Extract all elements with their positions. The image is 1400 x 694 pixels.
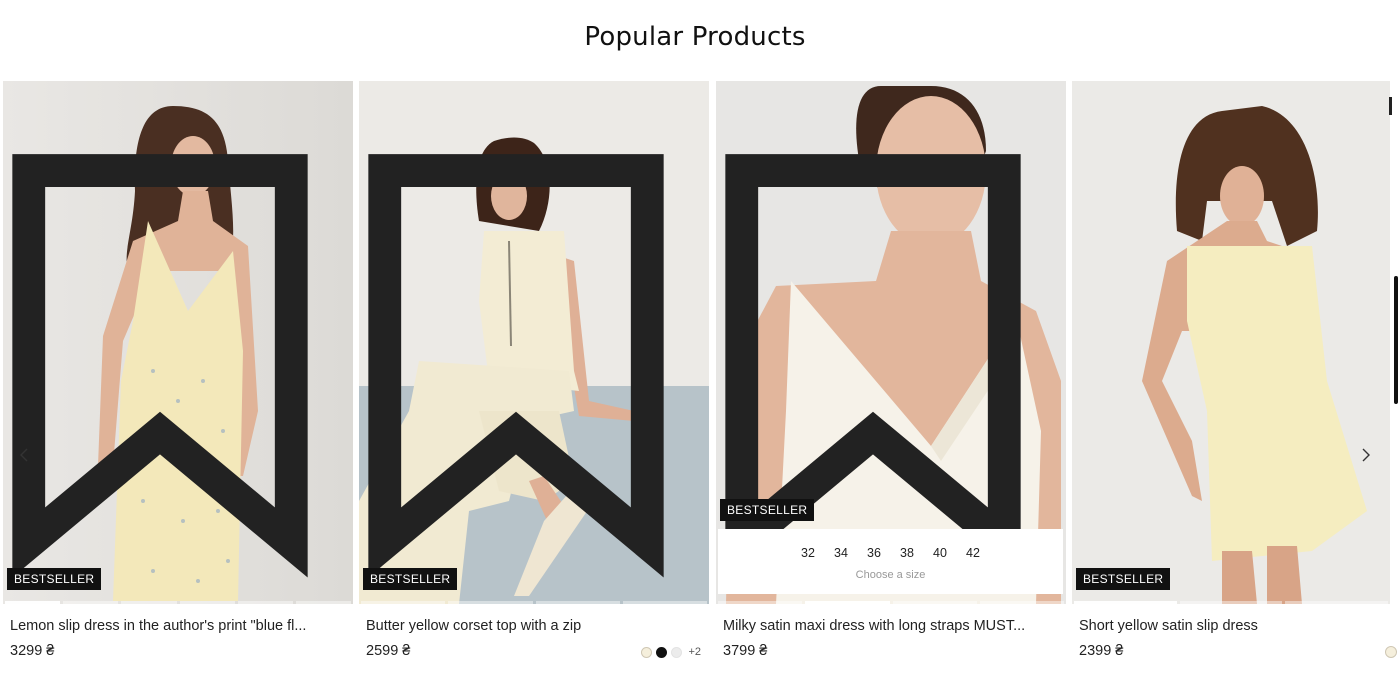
size-option[interactable]: 38: [891, 546, 924, 560]
color-swatches: +2: [641, 646, 701, 658]
size-option[interactable]: 32: [792, 546, 825, 560]
product-photo-yellow-slip-dress: [1072, 81, 1390, 604]
product-price: 2599 ₴: [366, 643, 411, 659]
bestseller-badge: BESTSELLER: [720, 499, 815, 521]
size-option[interactable]: 40: [924, 546, 957, 560]
product-image[interactable]: BESTSELLER: [3, 81, 353, 604]
image-progress: [3, 601, 353, 604]
carousel-next-button[interactable]: [1354, 443, 1378, 467]
size-option[interactable]: 36: [858, 546, 891, 560]
product-price: 3799 ₴: [723, 643, 768, 659]
next-card-swatch-peek: [1385, 646, 1397, 658]
size-option[interactable]: 42: [957, 546, 990, 560]
image-progress: [1072, 601, 1390, 604]
product-name[interactable]: Short yellow satin slip dress: [1079, 618, 1258, 634]
bestseller-badge: BESTSELLER: [7, 568, 102, 590]
product-price: 2399 ₴: [1079, 643, 1124, 659]
product-card[interactable]: BESTSELLER 32 34 36 38 40 42 Choose a si…: [716, 80, 1066, 680]
color-swatch-white[interactable]: [671, 646, 683, 658]
page-scrollbar[interactable]: [1394, 276, 1398, 404]
product-name[interactable]: Milky satin maxi dress with long straps …: [723, 618, 1025, 634]
chevron-right-icon: [1362, 448, 1370, 462]
image-progress: [716, 601, 1066, 604]
product-name[interactable]: Lemon slip dress in the author's print "…: [10, 618, 306, 634]
next-card-bookmark-peek: [1389, 97, 1392, 115]
bookmark-icon[interactable]: [359, 95, 691, 604]
image-progress: [359, 601, 709, 604]
size-hint: Choose a size: [855, 569, 926, 581]
bookmark-icon[interactable]: [716, 95, 1048, 604]
more-colors-count[interactable]: +2: [688, 646, 701, 658]
product-carousel: BESTSELLER Lemon slip dress in the autho…: [0, 80, 1400, 680]
carousel-prev-button[interactable]: [12, 443, 36, 467]
product-card[interactable]: BESTSELLER Butter yellow corset top with…: [359, 80, 709, 680]
bookmark-icon[interactable]: [3, 95, 335, 604]
product-name[interactable]: Butter yellow corset top with a zip: [366, 618, 581, 634]
product-image[interactable]: BESTSELLER 32 34 36 38 40 42 Choose a si…: [716, 81, 1066, 604]
product-price: 3299 ₴: [10, 643, 55, 659]
bestseller-badge: BESTSELLER: [1076, 568, 1171, 590]
section-title: Popular Products: [584, 22, 806, 52]
product-card[interactable]: BESTSELLER Short yellow satin slip dress…: [1072, 80, 1390, 680]
product-card[interactable]: BESTSELLER Lemon slip dress in the autho…: [3, 80, 353, 680]
product-image[interactable]: BESTSELLER: [1072, 81, 1390, 604]
bestseller-badge: BESTSELLER: [363, 568, 458, 590]
color-swatch-cream[interactable]: [641, 646, 653, 658]
chevron-left-icon: [20, 448, 28, 462]
size-selector: 32 34 36 38 40 42 Choose a size: [718, 529, 1063, 594]
size-option[interactable]: 34: [825, 546, 858, 560]
product-image[interactable]: BESTSELLER: [359, 81, 709, 604]
color-swatch-black[interactable]: [656, 646, 668, 658]
